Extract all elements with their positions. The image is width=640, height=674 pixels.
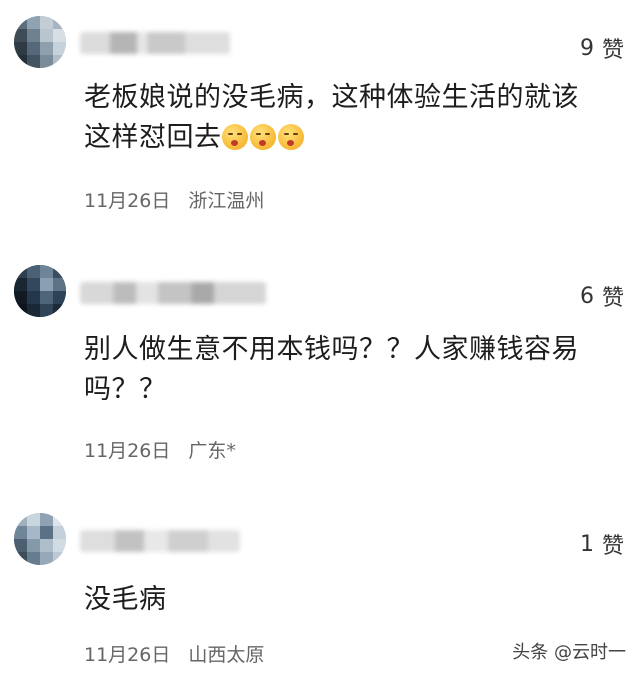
comment-date: 11月26日: [84, 190, 171, 212]
comment-date: 11月26日: [84, 440, 171, 462]
shushing-face-icon: [277, 124, 304, 150]
comment-meta: 11月26日 广东*: [84, 436, 236, 463]
comment-text-line-2: 这样怼回去: [84, 118, 610, 158]
comment-text-line: 老板娘说的没毛病，这种体验生活的就该: [84, 82, 579, 113]
like-label: 赞: [601, 534, 624, 559]
username[interactable]: [80, 32, 230, 54]
like-count[interactable]: 9 赞: [580, 32, 624, 64]
comment-text-line: 这样怼回去: [84, 122, 222, 153]
comment-location: 广东*: [188, 440, 236, 462]
like-label: 赞: [601, 38, 624, 63]
avatar[interactable]: [14, 513, 66, 565]
shushing-face-icon: [221, 124, 248, 150]
comment-location: 浙江温州: [188, 190, 265, 212]
comment-text: 老板娘说的没毛病，这种体验生活的就该 这样怼回去: [84, 78, 610, 158]
comment-text-line: 别人做生意不用本钱吗？？人家赚钱容易: [84, 334, 579, 365]
watermark: 头条 @云时一: [512, 642, 626, 663]
username[interactable]: [80, 530, 240, 552]
avatar[interactable]: [14, 265, 66, 317]
avatar[interactable]: [14, 16, 66, 68]
like-number: 6: [579, 283, 594, 309]
like-number: 9: [579, 35, 594, 61]
like-count[interactable]: 6 赞: [580, 280, 624, 312]
comment-text-line: 没毛病: [84, 584, 167, 615]
comment-location: 山西太原: [188, 644, 265, 666]
comment-meta: 11月26日 山西太原: [84, 640, 264, 667]
comment-meta: 11月26日 浙江温州: [84, 186, 264, 213]
like-label: 赞: [601, 286, 624, 311]
comment-text: 没毛病: [84, 580, 610, 620]
comment-text-line: 吗？？: [84, 374, 167, 405]
like-number: 1: [579, 531, 594, 557]
comment-date: 11月26日: [84, 644, 171, 666]
username[interactable]: [80, 282, 266, 304]
like-count[interactable]: 1 赞: [580, 528, 624, 560]
shushing-face-icon: [249, 124, 276, 150]
comment-text: 别人做生意不用本钱吗？？人家赚钱容易 吗？？: [84, 330, 610, 410]
